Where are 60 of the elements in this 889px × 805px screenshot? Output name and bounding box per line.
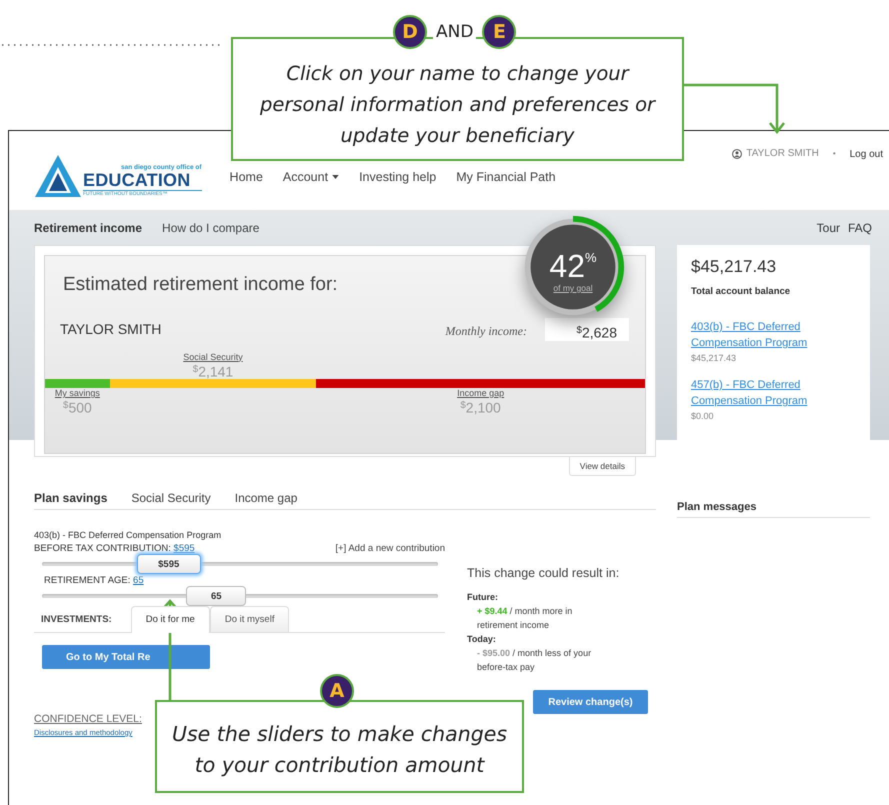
logo-wordmark: EDUCATION <box>83 171 202 191</box>
callout-text: Click on your name to change your personal information and preferences or update your beneficiary <box>258 60 657 148</box>
total-retirement-button[interactable]: Go to My Total Re <box>42 645 210 669</box>
help-link[interactable]: FAQ <box>848 220 872 234</box>
investment-tab[interactable]: Do it for me <box>130 606 210 633</box>
subnav-tab[interactable]: How do I compare <box>162 220 260 234</box>
slider-value-link[interactable]: 65 <box>133 575 144 586</box>
result-text: + $9.44 / month more in retirement income <box>476 605 574 632</box>
result-heading: Today: <box>467 634 497 644</box>
investments-label: INVESTMENTS: <box>41 614 112 625</box>
slider-thumb[interactable]: 65 <box>186 586 246 606</box>
account-balance: $0.00 <box>691 411 715 421</box>
segment-amount: $^{$}$500 <box>62 398 92 416</box>
goal-link[interactable]: of my goal <box>553 283 593 293</box>
separator-dot: • <box>832 149 836 158</box>
monthly-income-field: $^{$}$2,628 <box>545 318 629 341</box>
balance-label: Total account balance <box>691 286 792 297</box>
badge-joiner: AND <box>433 22 476 42</box>
logo-triangle-icon <box>35 155 81 197</box>
goal-percent: 42$^{%}$ <box>549 247 597 283</box>
plan-tab[interactable]: Plan savings <box>34 491 108 505</box>
nav-link[interactable]: Home <box>230 170 263 184</box>
plan-messages-heading: Plan messages <box>677 501 870 518</box>
segment-label[interactable]: Social Security <box>183 352 243 362</box>
step-badge: E <box>482 15 516 49</box>
caret-icon <box>332 175 340 179</box>
user-icon <box>732 148 742 158</box>
user-name-link[interactable]: TAYLOR SMITH <box>746 148 819 159</box>
slider-value-link[interactable]: $595 <box>174 543 195 554</box>
nav-link[interactable]: Investing help <box>359 170 436 184</box>
program-name: 403(b) - FBC Deferred Compensation Program <box>34 530 222 540</box>
plan-tab[interactable]: Social Security <box>131 491 211 505</box>
result-heading: Future: <box>467 592 499 602</box>
balance-amount: $45,217.43 <box>691 257 778 277</box>
step-badge: D <box>393 15 427 49</box>
segment-amount: $^{$}$2,141 <box>192 362 234 379</box>
callout-text: Use the sliders to make changes to your contribution amount <box>170 720 508 778</box>
view-details-tab[interactable]: View details <box>568 457 636 476</box>
income-title: Estimated retirement income for: <box>63 274 338 296</box>
slider-thumb[interactable]: $595 <box>136 554 201 574</box>
slider-label: BEFORE TAX CONTRIBUTION: $595 <box>34 543 195 554</box>
help-link[interactable]: Tour <box>816 220 840 234</box>
person-name: TAYLOR SMITH <box>60 321 162 339</box>
subnav-tab[interactable]: Retirement income <box>34 220 142 234</box>
review-changes-button[interactable]: Review change(s) <box>533 690 648 714</box>
account-balance: $45,217.43 <box>691 353 738 363</box>
segment-label[interactable]: Income gap <box>457 388 504 398</box>
logout-link[interactable]: Log out <box>850 149 883 160</box>
slider-label: RETIREMENT AGE: 65 <box>44 575 144 586</box>
monthly-income-label: Monthly income: <box>445 324 527 340</box>
plan-tab[interactable]: Income gap <box>234 491 298 505</box>
nav-link[interactable]: My Financial Path <box>456 170 556 184</box>
segment-amount: $^{$}$2,100 <box>460 398 501 416</box>
segment-label[interactable]: My savings <box>54 388 100 398</box>
result-title: This change could result in: <box>467 566 620 580</box>
add-contribution-link[interactable]: [+] Add a new contribution <box>335 543 445 554</box>
investment-tab[interactable]: Do it myself <box>210 606 290 632</box>
nav-link[interactable]: Account <box>282 170 340 184</box>
confidence-label: CONFIDENCE LEVEL: <box>34 713 143 725</box>
result-text: - $95.00 / month less of your before-tax pay <box>476 647 592 674</box>
